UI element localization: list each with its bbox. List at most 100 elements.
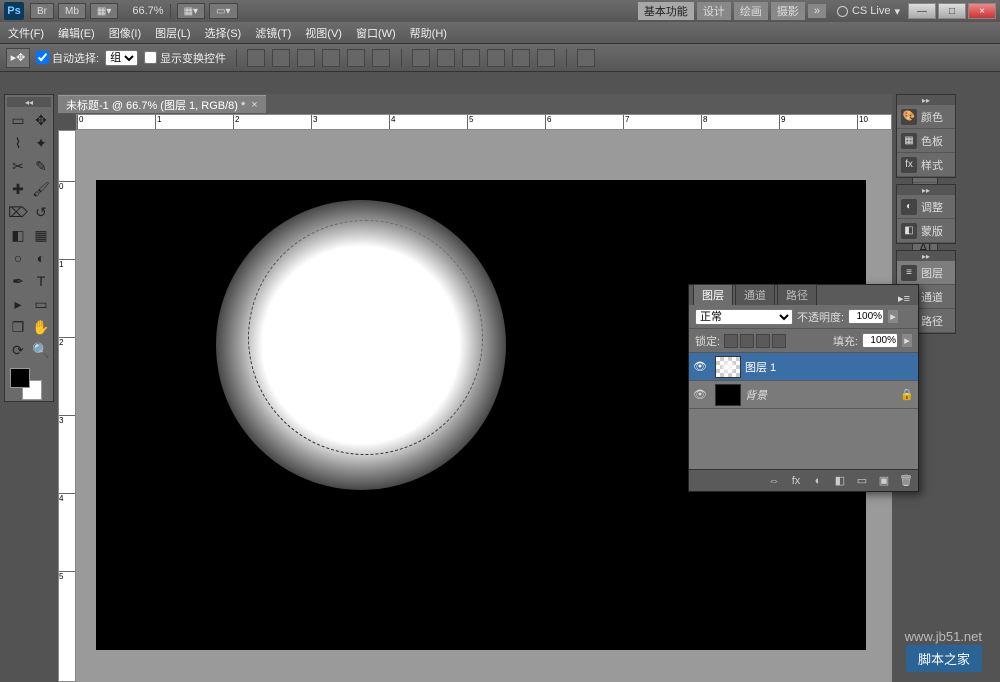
lock-pos-icon[interactable] (756, 334, 770, 348)
menu-help[interactable]: 帮助(H) (410, 25, 447, 41)
close-button[interactable]: × (968, 3, 996, 19)
layers-panel-btn[interactable]: ≡图层 (897, 261, 955, 285)
menu-file[interactable]: 文件(F) (8, 25, 44, 41)
arrange-button[interactable]: ▭▾ (209, 3, 237, 19)
panel-collapse[interactable]: ▸▸ (897, 251, 955, 261)
layers-panel[interactable]: 图层 通道 路径 ▸≡ 正常 不透明度: ▸ 锁定: 填充: ▸ 👁 图层 1 … (688, 284, 919, 492)
rotate-view-tool[interactable]: ⟳ (7, 339, 29, 361)
align-icon[interactable] (272, 49, 290, 67)
menu-window[interactable]: 窗口(W) (356, 25, 396, 41)
align-icon[interactable] (322, 49, 340, 67)
lock-pixels-icon[interactable] (740, 334, 754, 348)
layer-row[interactable]: 👁 图层 1 (689, 353, 918, 381)
visibility-icon[interactable]: 👁 (689, 388, 711, 401)
align-icon[interactable] (347, 49, 365, 67)
layer-name[interactable]: 背景 (745, 387, 900, 403)
lock-trans-icon[interactable] (724, 334, 738, 348)
styles-panel[interactable]: fx样式 (897, 153, 955, 177)
maximize-button[interactable]: □ (938, 3, 966, 19)
blend-mode-select[interactable]: 正常 (695, 309, 793, 325)
3d-tool[interactable]: ❒ (7, 316, 29, 338)
zoom-tool[interactable]: 🔍 (30, 339, 52, 361)
view-extras-button[interactable]: ▦▾ (177, 3, 205, 19)
eraser-tool[interactable]: ◧ (7, 224, 29, 246)
wand-tool[interactable]: ✦ (30, 132, 52, 154)
menu-image[interactable]: 图像(I) (109, 25, 141, 41)
fill-input[interactable] (862, 333, 898, 348)
distribute-icon[interactable] (512, 49, 530, 67)
type-tool[interactable]: T (30, 270, 52, 292)
distribute-icon[interactable] (462, 49, 480, 67)
fx-icon[interactable]: fx (788, 473, 804, 489)
workspace-painting[interactable]: 绘画 (734, 2, 768, 20)
close-tab-icon[interactable]: × (251, 99, 257, 111)
marquee-tool[interactable]: ▭ (7, 109, 29, 131)
minibridge-button[interactable]: Mb (58, 3, 86, 19)
layer-thumb[interactable] (715, 356, 741, 378)
fg-color-swatch[interactable] (10, 368, 30, 388)
panel-collapse[interactable]: ▸▸ (897, 185, 955, 195)
tab-layers[interactable]: 图层 (693, 284, 733, 305)
fill-flyout[interactable]: ▸ (902, 334, 912, 347)
group-icon[interactable]: ▭ (854, 473, 870, 489)
tab-paths[interactable]: 路径 (777, 284, 817, 305)
adjustment-layer-icon[interactable]: ◧ (832, 473, 848, 489)
auto-select-target[interactable]: 组 (105, 50, 138, 66)
menu-view[interactable]: 视图(V) (305, 25, 342, 41)
masks-panel[interactable]: ◧蒙版 (897, 219, 955, 243)
align-icon[interactable] (297, 49, 315, 67)
color-panel[interactable]: 🎨颜色 (897, 105, 955, 129)
layer-name[interactable]: 图层 1 (745, 359, 918, 375)
gradient-tool[interactable]: ▦ (30, 224, 52, 246)
layer-row[interactable]: 👁 背景 🔒 (689, 381, 918, 409)
tab-channels[interactable]: 通道 (735, 284, 775, 305)
crop-tool[interactable]: ✂ (7, 155, 29, 177)
visibility-icon[interactable]: 👁 (689, 360, 711, 373)
show-transform-check[interactable]: 显示变换控件 (144, 50, 226, 66)
move-tool[interactable]: ✥ (30, 109, 52, 131)
menu-layer[interactable]: 图层(L) (155, 25, 190, 41)
zoom-level[interactable]: 66.7% (132, 5, 163, 17)
link-layers-icon[interactable]: ⇔ (766, 473, 782, 489)
new-layer-icon[interactable]: ▣ (876, 473, 892, 489)
toolbox-collapse[interactable]: ◂◂ (7, 97, 51, 107)
workspace-photography[interactable]: 摄影 (771, 2, 805, 20)
workspace-more[interactable]: » (808, 4, 826, 18)
hand-tool[interactable]: ✋ (30, 316, 52, 338)
heal-tool[interactable]: ✚ (7, 178, 29, 200)
screen-mode-button[interactable]: ▦▾ (90, 3, 118, 19)
cslive-button[interactable]: CS Live▾ (837, 5, 900, 18)
distribute-icon[interactable] (487, 49, 505, 67)
auto-select-check[interactable]: 自动选择: (36, 50, 99, 66)
align-icon[interactable] (247, 49, 265, 67)
distribute-icon[interactable] (537, 49, 555, 67)
pen-tool[interactable]: ✒ (7, 270, 29, 292)
workspace-essentials[interactable]: 基本功能 (638, 2, 694, 20)
history-brush-tool[interactable]: ↺ (30, 201, 52, 223)
layer-thumb[interactable] (715, 384, 741, 406)
align-icon[interactable] (372, 49, 390, 67)
minimize-button[interactable]: — (908, 3, 936, 19)
panel-menu-icon[interactable]: ▸≡ (894, 292, 914, 305)
lasso-tool[interactable]: ⌇ (7, 132, 29, 154)
path-select-tool[interactable]: ▸ (7, 293, 29, 315)
opacity-flyout[interactable]: ▸ (888, 310, 898, 323)
document-tab[interactable]: 未标题-1 @ 66.7% (图层 1, RGB/8) *× (58, 95, 266, 113)
ruler-vertical[interactable]: 012345 (58, 130, 76, 682)
bridge-button[interactable]: Br (30, 3, 54, 19)
stamp-tool[interactable]: ⌦ (7, 201, 29, 223)
swatches-panel[interactable]: ▦色板 (897, 129, 955, 153)
ruler-horizontal[interactable]: 012345678910 (76, 114, 892, 130)
mask-icon[interactable]: ◐ (810, 473, 826, 489)
delete-layer-icon[interactable]: 🗑 (898, 473, 914, 489)
dodge-tool[interactable]: ◐ (30, 247, 52, 269)
opacity-input[interactable] (848, 309, 884, 324)
color-swatches[interactable] (7, 365, 51, 399)
eyedropper-tool[interactable]: ✎ (30, 155, 52, 177)
auto-align-icon[interactable] (577, 49, 595, 67)
brush-tool[interactable]: 🖌 (30, 178, 52, 200)
distribute-icon[interactable] (412, 49, 430, 67)
adjustments-panel[interactable]: ◐调整 (897, 195, 955, 219)
panel-collapse[interactable]: ▸▸ (897, 95, 955, 105)
workspace-design[interactable]: 设计 (697, 2, 731, 20)
